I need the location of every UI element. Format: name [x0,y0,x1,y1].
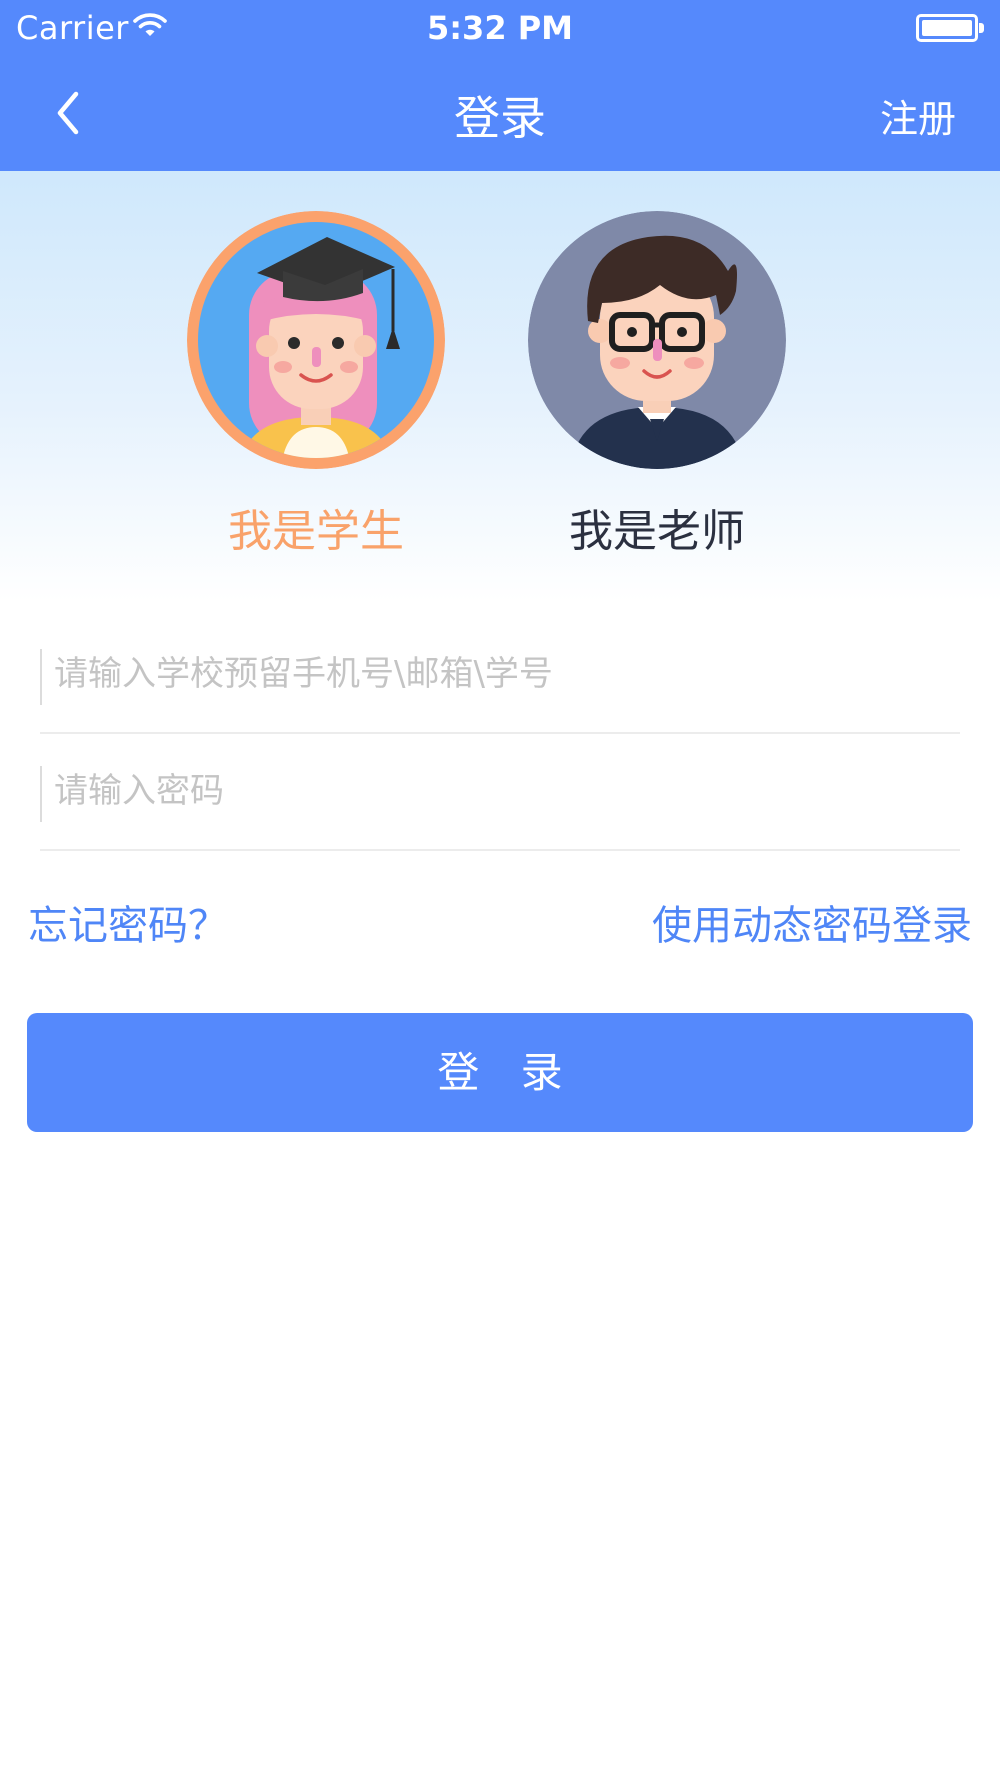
forgot-password-link[interactable]: 忘记密码？ [28,893,228,951]
battery-icon [916,14,984,42]
account-input[interactable] [54,639,944,709]
password-input[interactable] [54,756,944,826]
login-button[interactable]: 登 录 [27,1013,973,1132]
teacher-role-option[interactable]: 我是老师 [527,211,787,559]
register-button[interactable]: 注册 [880,88,956,143]
password-field [40,734,960,851]
status-bar: Carrier 5:32 PM [0,0,1000,56]
navigation-bar: Carrier 5:32 PM 登录 注册 [0,0,1000,171]
page-title: 登录 [454,91,546,145]
teacher-role-label: 我是老师 [569,506,745,557]
login-screen: Carrier 5:32 PM 登录 注册 我是学生 我是老师 请输入学校预留手… [0,0,1000,1778]
text-cursor [40,766,42,822]
status-time: 5:32 PM [426,9,574,47]
student-avatar[interactable] [187,211,445,469]
dynamic-password-login-link[interactable]: 使用动态密码登录 [652,893,972,951]
teacher-avatar[interactable] [528,211,786,469]
text-cursor [40,649,42,705]
account-field [40,617,960,734]
student-role-label: 我是学生 [228,506,404,557]
student-role-option[interactable]: 我是学生 [186,211,446,559]
role-selector: 我是学生 我是老师 [0,171,1000,601]
